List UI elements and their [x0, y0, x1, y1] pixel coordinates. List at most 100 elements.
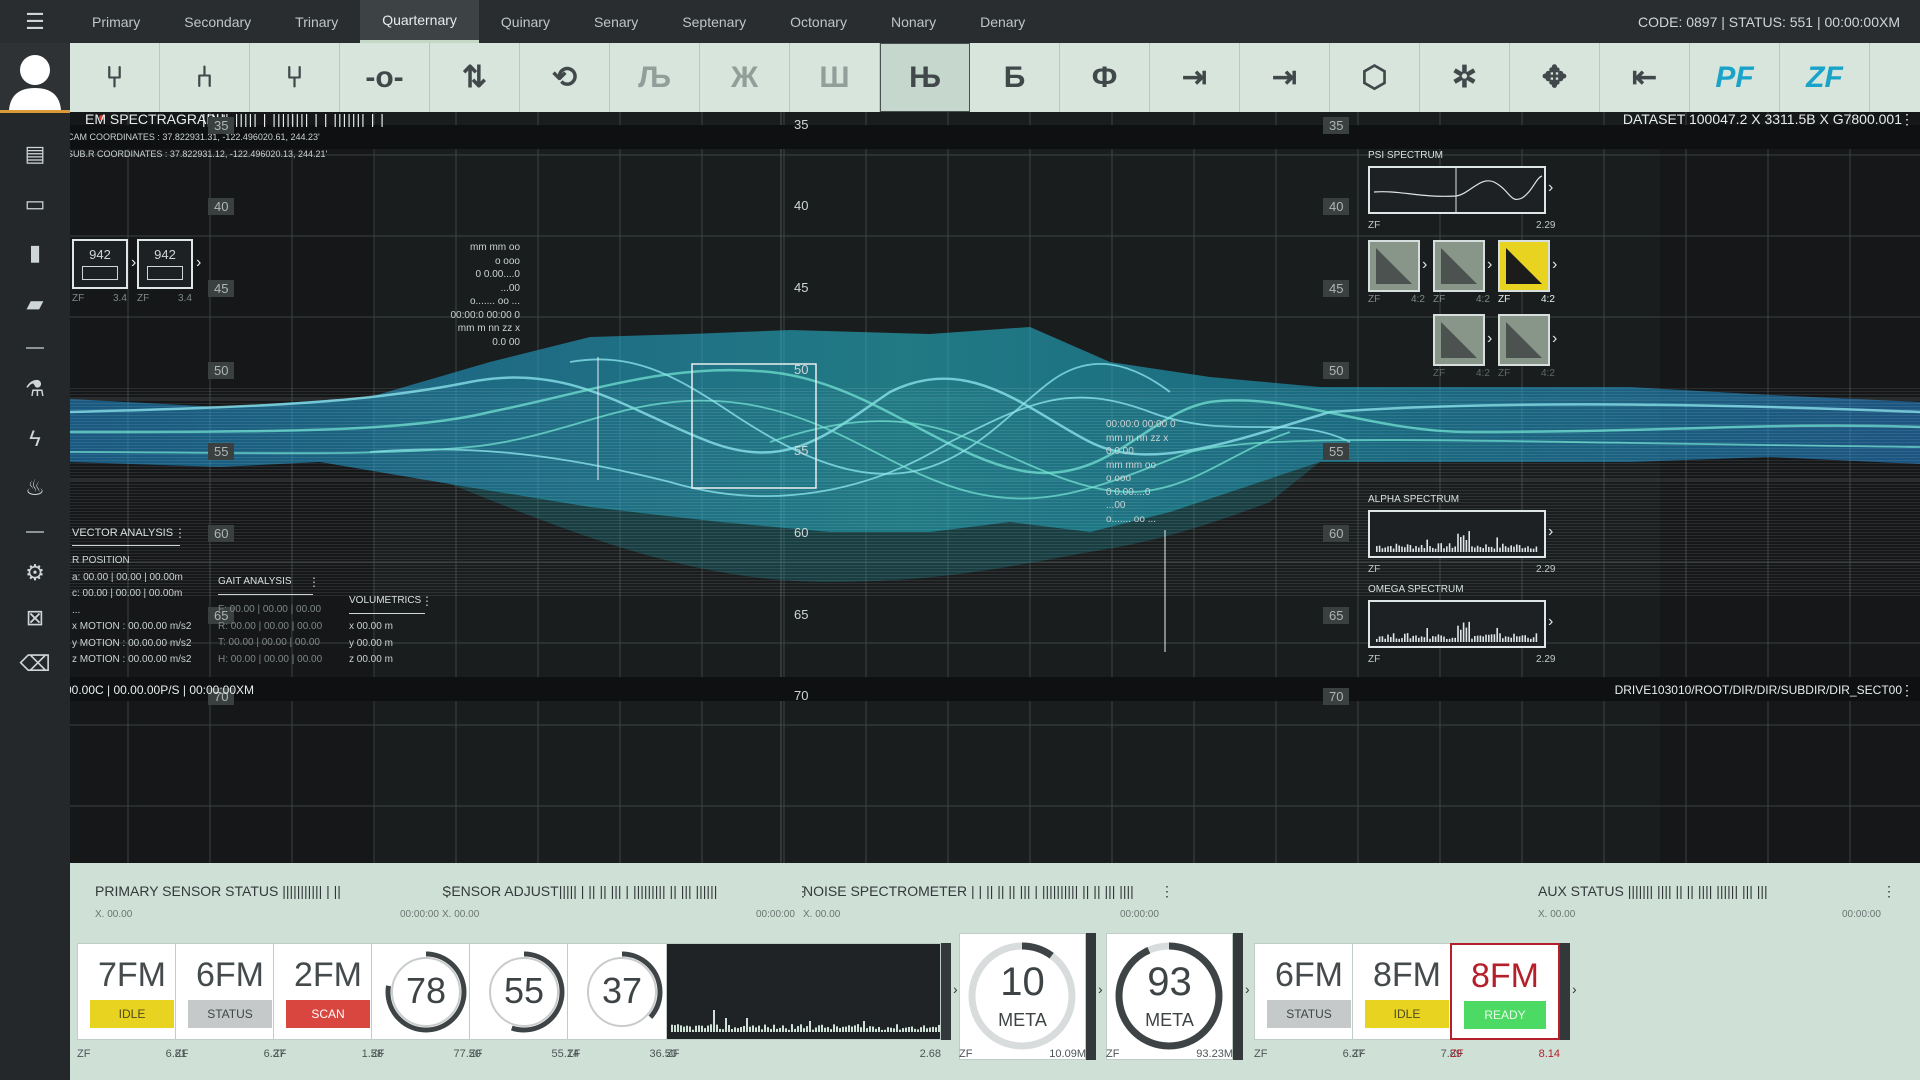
tab-octonary[interactable]: Octonary: [768, 0, 869, 43]
tool-glyph-be[interactable]: Б: [970, 43, 1060, 112]
psi-spectrum-graph[interactable]: [1368, 166, 1546, 214]
noise-spectrometer-title: NOISE SPECTROMETER | | || || || ||| | ||…: [803, 883, 1134, 899]
axis-tick: 70: [794, 688, 809, 703]
axis-tick: 40: [1323, 198, 1350, 215]
cell-5-chevron-icon[interactable]: ›: [1552, 330, 1557, 348]
axis-tick: 45: [1323, 280, 1350, 297]
axis-tick: 45: [794, 280, 809, 295]
tool-glyph-nje[interactable]: Њ: [880, 43, 970, 112]
tool-pull-icon[interactable]: ⇅: [430, 43, 520, 112]
cell-1[interactable]: [1368, 240, 1420, 292]
tab-nonary[interactable]: Nonary: [869, 0, 958, 43]
cell-2-chevron-icon[interactable]: ›: [1487, 256, 1492, 274]
card-chevron-icon[interactable]: ›: [1245, 981, 1250, 997]
sidebar-divider: [26, 347, 44, 349]
status-card-9[interactable]: 6FM STATUS: [1254, 943, 1364, 1040]
tool-door-in-icon[interactable]: ⇥: [1150, 43, 1240, 112]
status-card-0[interactable]: 7FM IDLE: [77, 943, 187, 1040]
tab-secondary[interactable]: Secondary: [162, 0, 273, 43]
gear-icon[interactable]: ⚙: [0, 560, 70, 586]
cell-2[interactable]: [1433, 240, 1485, 292]
left-sidebar: ▤ ▭ ▮ ▰ ⚗ ϟ ♨ ⚙ ⊠ ⌫: [0, 43, 70, 1080]
cell-4[interactable]: [1433, 314, 1485, 366]
tool-glyph-zhe[interactable]: Ж: [700, 43, 790, 112]
axis-tick: 50: [794, 362, 809, 377]
tool-zf[interactable]: ZF: [1780, 43, 1870, 112]
cell-3-chevron-icon[interactable]: ›: [1552, 256, 1557, 274]
thumb-1[interactable]: 942: [72, 239, 128, 289]
card-chevron-icon[interactable]: ›: [1572, 981, 1577, 997]
omega-chevron-icon[interactable]: ›: [1548, 613, 1553, 631]
chat-icon[interactable]: ▤: [0, 141, 70, 167]
status-card-10[interactable]: 8FM IDLE: [1352, 943, 1462, 1040]
tool-branch-icon[interactable]: ⑃: [160, 43, 250, 112]
meta-gauge-8[interactable]: 93 META: [1106, 933, 1233, 1060]
trash-icon[interactable]: ⌫: [0, 651, 70, 677]
drive-menu-icon[interactable]: ⋮: [1900, 682, 1914, 699]
tool-merge-icon[interactable]: ⑂: [250, 43, 340, 112]
cam-coordinates: CAM COORDINATES : 37.822931.31, -122.496…: [70, 132, 320, 142]
folder-icon[interactable]: ▰: [0, 291, 70, 317]
volumetrics-menu-icon[interactable]: ⋮: [421, 594, 433, 608]
lock-icon[interactable]: ⊠: [0, 605, 70, 631]
tab-denary[interactable]: Denary: [958, 0, 1047, 43]
dial-card-5[interactable]: 37: [567, 943, 677, 1040]
cell-5[interactable]: [1498, 314, 1550, 366]
cell-1-chevron-icon[interactable]: ›: [1422, 256, 1427, 274]
thumb-2-chevron-icon[interactable]: ›: [196, 254, 201, 272]
card-chevron-icon[interactable]: ›: [953, 981, 958, 997]
card-chevron-icon[interactable]: ›: [1098, 981, 1103, 997]
cell-3-active[interactable]: [1498, 240, 1550, 292]
tool-pf[interactable]: PF: [1690, 43, 1780, 112]
alpha-spectrum-graph[interactable]: [1368, 510, 1546, 558]
section-3-menu-icon[interactable]: ⋮: [1160, 883, 1174, 900]
tool-star-icon[interactable]: ✲: [1420, 43, 1510, 112]
spectragraph-canvas[interactable]: [70, 112, 1920, 863]
avatar[interactable]: [0, 43, 70, 113]
noise-spectrometer-graph[interactable]: [666, 943, 941, 1040]
axis-tick: 65: [794, 607, 809, 622]
tool-glyph-lje[interactable]: Љ: [610, 43, 700, 112]
tool-sync-icon[interactable]: ⟲: [520, 43, 610, 112]
sd-card-icon[interactable]: ▮: [0, 240, 70, 266]
psi-chevron-icon[interactable]: ›: [1548, 179, 1553, 197]
tool-glyph-sha[interactable]: Ш: [790, 43, 880, 112]
status-card-1[interactable]: 6FM STATUS: [175, 943, 285, 1040]
psi-spectrum-title: PSI SPECTRUM: [1368, 150, 1444, 161]
tab-primary[interactable]: Primary: [70, 0, 162, 43]
thumb-1-chevron-icon[interactable]: ›: [131, 254, 136, 272]
tool-move-icon[interactable]: ✥: [1510, 43, 1600, 112]
dial-card-4[interactable]: 55: [469, 943, 579, 1040]
status-card-11[interactable]: 8FM READY: [1450, 943, 1560, 1040]
lightning-icon[interactable]: ϟ: [0, 426, 70, 452]
tab-senary[interactable]: Senary: [572, 0, 660, 43]
laptop-icon[interactable]: ▭: [0, 191, 70, 217]
hamburger-menu-icon[interactable]: ☰: [0, 0, 70, 43]
cell-4-chevron-icon[interactable]: ›: [1487, 330, 1492, 348]
gait-menu-icon[interactable]: ⋮: [308, 575, 320, 589]
tool-commit-icon[interactable]: -o-: [340, 43, 430, 112]
alpha-chevron-icon[interactable]: ›: [1548, 523, 1553, 541]
tab-septenary[interactable]: Septenary: [660, 0, 768, 43]
meta-gauge-7[interactable]: 10 META: [959, 933, 1086, 1060]
dataset-menu-icon[interactable]: ⋮: [1900, 112, 1914, 128]
tab-quinary[interactable]: Quinary: [479, 0, 572, 43]
fire-icon[interactable]: ♨: [0, 475, 70, 501]
axis-tick: 65: [1323, 607, 1350, 624]
tool-back-icon[interactable]: ⇤: [1600, 43, 1690, 112]
sidebar-divider: [26, 531, 44, 533]
status-card-2[interactable]: 2FM SCAN: [273, 943, 383, 1040]
thumb-2[interactable]: 942: [137, 239, 193, 289]
flask-icon[interactable]: ⚗: [0, 376, 70, 402]
tab-quarternary[interactable]: Quarternary: [360, 0, 479, 43]
vector-menu-icon[interactable]: ⋮: [174, 526, 186, 540]
tool-door-out-icon[interactable]: ⇥: [1240, 43, 1330, 112]
axis-tick: 60: [1323, 525, 1350, 542]
tab-trinary[interactable]: Trinary: [273, 0, 360, 43]
tool-glyph-ef[interactable]: Ф: [1060, 43, 1150, 112]
tool-hexagon-icon[interactable]: ⬡: [1330, 43, 1420, 112]
omega-spectrum-graph[interactable]: [1368, 600, 1546, 648]
dial-card-3[interactable]: 78: [371, 943, 481, 1040]
tool-fork-icon[interactable]: ⑂: [70, 43, 160, 112]
section-4-menu-icon[interactable]: ⋮: [1882, 883, 1896, 900]
